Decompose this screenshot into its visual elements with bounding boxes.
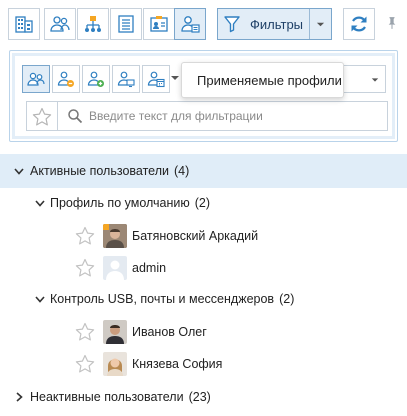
- chevron-down-icon: [371, 78, 379, 82]
- chevron-right-icon[interactable]: [14, 392, 24, 402]
- user-name: Батяновский Аркадий: [132, 229, 259, 243]
- avatar: [103, 352, 127, 376]
- tree-user-row[interactable]: Батяновский Аркадий: [0, 222, 407, 250]
- all-profiles-button[interactable]: [22, 65, 50, 93]
- favorite-star-icon[interactable]: [74, 225, 96, 247]
- search-icon: [68, 109, 83, 124]
- profile-user-button[interactable]: [174, 8, 206, 40]
- profile-count: (2): [194, 196, 211, 210]
- user-calendar-button[interactable]: [142, 65, 170, 93]
- user-calendar-icon: [147, 71, 165, 88]
- tree-user-row[interactable]: Князева София: [0, 350, 407, 378]
- tree-group-active-users[interactable]: Активные пользователи (4): [0, 154, 407, 188]
- status-badge: [103, 224, 109, 230]
- list-icon: [118, 15, 134, 33]
- org-structure-button[interactable]: [77, 8, 109, 40]
- buildings-icon: [15, 16, 33, 33]
- chevron-down-icon[interactable]: [14, 166, 24, 176]
- avatar: [103, 256, 127, 280]
- filters-label: Фильтры: [250, 16, 304, 32]
- user-computer-icon: [117, 71, 135, 88]
- filters-button[interactable]: Фильтры: [217, 8, 332, 40]
- all-profiles-icon: [27, 72, 45, 86]
- profiles-dropdown-caret-icon[interactable]: [170, 73, 180, 83]
- users-button[interactable]: [44, 8, 76, 40]
- profile-user-icon: [181, 16, 200, 33]
- tree-user-row[interactable]: Иванов Олег: [0, 318, 407, 346]
- buildings-button[interactable]: [8, 8, 40, 40]
- profile-label: Контроль USB, почты и мессенджеров: [50, 292, 275, 306]
- user-minus-icon: [57, 71, 74, 87]
- profile-label: Профиль по умолчанию: [50, 196, 190, 210]
- filters-dropdown-toggle[interactable]: [309, 9, 331, 39]
- user-photo-icon: [103, 352, 127, 376]
- favorite-star-icon[interactable]: [74, 257, 96, 279]
- refresh-button[interactable]: [343, 8, 375, 40]
- chevron-down-icon[interactable]: [35, 294, 45, 304]
- search-separator: [57, 102, 58, 130]
- user-placeholder-icon: [103, 256, 127, 280]
- funnel-icon: [218, 9, 246, 39]
- user-name: Князева София: [132, 357, 223, 371]
- search-bar: [26, 101, 388, 131]
- group-count: (23): [188, 390, 211, 404]
- favorite-star-icon[interactable]: [31, 106, 53, 128]
- tooltip-text: Применяемые профили: [197, 72, 342, 88]
- list-button[interactable]: [110, 8, 142, 40]
- org-structure-icon: [85, 16, 101, 32]
- user-name: admin: [132, 261, 167, 275]
- user-computer-button[interactable]: [112, 65, 140, 93]
- tree-group-inactive-users[interactable]: Неактивные пользователи (23): [0, 384, 407, 410]
- tree-profile-usb-mail-messengers[interactable]: Контроль USB, почты и мессенджеров (2): [0, 286, 407, 312]
- user-plus-button[interactable]: [82, 65, 110, 93]
- toolbar: Фильтры: [0, 0, 407, 48]
- user-name: Иванов Олег: [132, 325, 207, 339]
- group-label: Неактивные пользователи: [30, 390, 184, 404]
- group-count: (4): [173, 164, 190, 178]
- group-label: Активные пользователи: [30, 164, 169, 178]
- pin-button[interactable]: [385, 14, 399, 32]
- favorite-star-icon[interactable]: [74, 353, 96, 375]
- id-card-icon: [150, 16, 168, 32]
- avatar: [103, 320, 127, 344]
- pin-icon: [388, 17, 396, 29]
- favorite-star-icon[interactable]: [74, 321, 96, 343]
- refresh-icon: [351, 16, 367, 32]
- users-icon: [50, 16, 70, 32]
- tooltip: Применяемые профили: [181, 62, 344, 98]
- tree-profile-default[interactable]: Профиль по умолчанию (2): [0, 190, 407, 216]
- id-card-button[interactable]: [143, 8, 175, 40]
- search-input[interactable]: [89, 106, 379, 126]
- user-plus-icon: [87, 71, 104, 87]
- user-photo-icon: [103, 320, 127, 344]
- profile-count: (2): [279, 292, 295, 306]
- user-minus-button[interactable]: [52, 65, 80, 93]
- tree-user-row[interactable]: admin: [0, 254, 407, 282]
- avatar: [103, 224, 127, 248]
- chevron-down-icon: [316, 22, 325, 26]
- chevron-down-icon[interactable]: [35, 198, 45, 208]
